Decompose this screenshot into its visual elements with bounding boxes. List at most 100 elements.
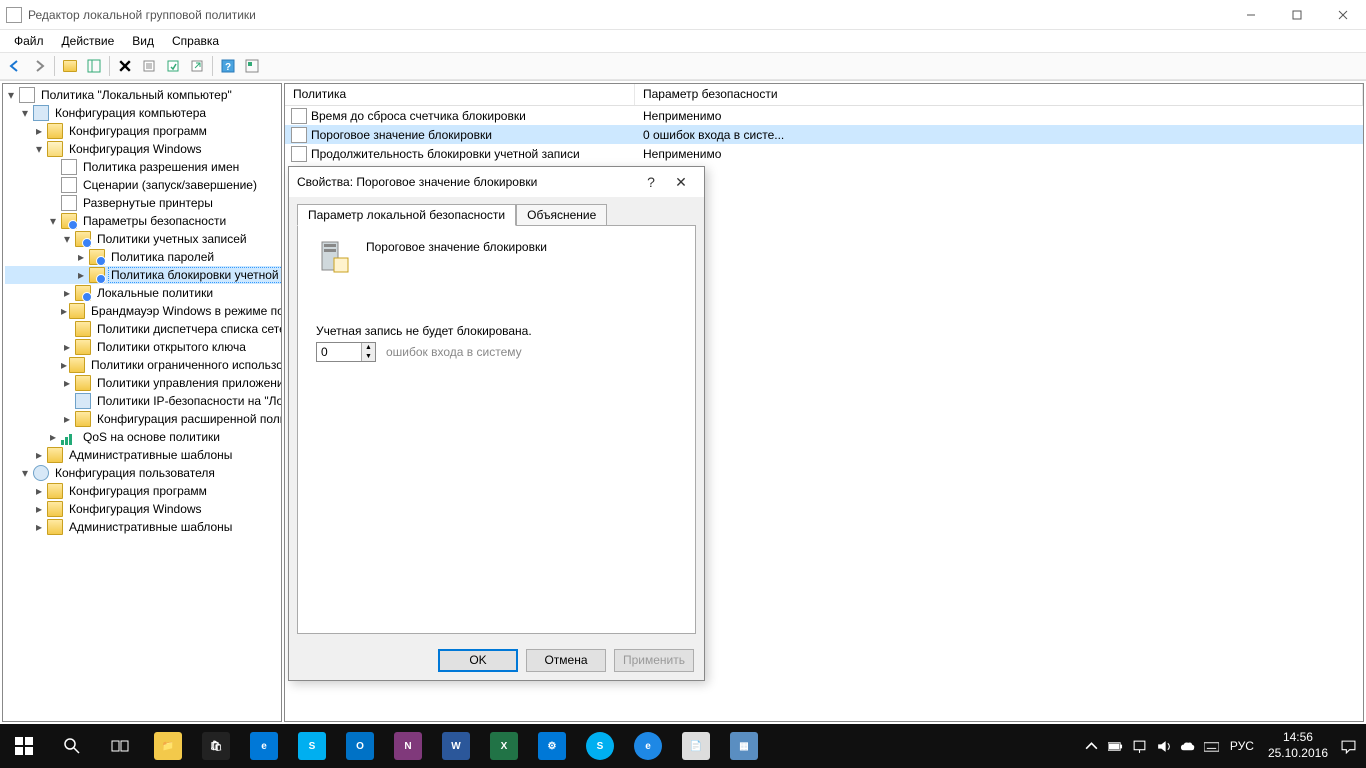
chevron-right-icon[interactable]: ▸ — [33, 521, 45, 533]
chevron-right-icon[interactable]: ▸ — [47, 431, 59, 443]
refresh-button[interactable] — [162, 55, 184, 77]
tree-lockout-policy[interactable]: ▸Политика блокировки учетной записи — [5, 266, 282, 284]
tree-user-config[interactable]: ▾Конфигурация пользователя — [5, 464, 282, 482]
options-button[interactable] — [241, 55, 263, 77]
tree-software-restrict[interactable]: ▸Политики ограниченного использования пр… — [5, 356, 282, 374]
apply-button[interactable]: Применить — [614, 649, 694, 672]
up-button[interactable] — [59, 55, 81, 77]
taskbar-app-notepad[interactable]: 📄 — [672, 724, 720, 768]
taskbar-app-ie[interactable]: e — [624, 724, 672, 768]
properties-button[interactable] — [138, 55, 160, 77]
chevron-right-icon[interactable]: ▸ — [33, 449, 45, 461]
tray-clock[interactable]: 14:56 25.10.2016 — [1260, 730, 1336, 761]
tree-qos[interactable]: ▸QoS на основе политики — [5, 428, 282, 446]
help-button[interactable]: ? — [217, 55, 239, 77]
tray-chevron-up-icon[interactable] — [1080, 724, 1104, 768]
chevron-right-icon[interactable]: ▸ — [33, 503, 45, 515]
menu-file[interactable]: Файл — [6, 32, 52, 50]
column-param[interactable]: Параметр безопасности — [635, 84, 1363, 105]
tree-ipsec[interactable]: Политики IP-безопасности на "Локальный к… — [5, 392, 282, 410]
minimize-button[interactable] — [1228, 0, 1274, 30]
tree-printers[interactable]: Развернутые принтеры — [5, 194, 282, 212]
list-row[interactable]: Продолжительность блокировки учетной зап… — [285, 144, 1363, 163]
taskbar-app-gpedit[interactable]: ▦ — [720, 724, 768, 768]
taskbar-app-settings[interactable]: ⚙ — [528, 724, 576, 768]
tree-user-windows[interactable]: ▸Конфигурация Windows — [5, 500, 282, 518]
chevron-right-icon[interactable]: ▸ — [61, 305, 67, 317]
tree-pane[interactable]: ▾Политика "Локальный компьютер" ▾Конфигу… — [2, 83, 282, 722]
tree-account-policies[interactable]: ▾Политики учетных записей — [5, 230, 282, 248]
chevron-right-icon[interactable]: ▸ — [61, 413, 73, 425]
tree-local-policies[interactable]: ▸Локальные политики — [5, 284, 282, 302]
taskbar-app-edge[interactable]: e — [240, 724, 288, 768]
taskbar-app-store[interactable]: 🛍 — [192, 724, 240, 768]
tree-advanced-audit[interactable]: ▸Конфигурация расширенной политики аудит… — [5, 410, 282, 428]
tree-nlm[interactable]: Политики диспетчера списка сетей — [5, 320, 282, 338]
tray-battery-icon[interactable] — [1104, 724, 1128, 768]
chevron-right-icon[interactable]: ▸ — [61, 359, 67, 371]
show-hide-tree-button[interactable] — [83, 55, 105, 77]
tree-public-key[interactable]: ▸Политики открытого ключа — [5, 338, 282, 356]
tree-admin-templates[interactable]: ▸Административные шаблоны — [5, 446, 282, 464]
close-button[interactable] — [1320, 0, 1366, 30]
tree-root[interactable]: ▾Политика "Локальный компьютер" — [5, 86, 282, 104]
chevron-right-icon[interactable]: ▸ — [33, 485, 45, 497]
taskbar-app-skype-business[interactable]: S — [288, 724, 336, 768]
chevron-right-icon[interactable]: ▸ — [75, 251, 87, 263]
tray-volume-icon[interactable] — [1152, 724, 1176, 768]
tree-security-params[interactable]: ▾Параметры безопасности — [5, 212, 282, 230]
threshold-input[interactable] — [317, 343, 361, 361]
taskbar-app-skype[interactable]: S — [576, 724, 624, 768]
chevron-right-icon[interactable]: ▸ — [61, 287, 73, 299]
chevron-right-icon[interactable]: ▸ — [33, 125, 45, 137]
tree-user-programs[interactable]: ▸Конфигурация программ — [5, 482, 282, 500]
tree-app-control[interactable]: ▸Политики управления приложениями — [5, 374, 282, 392]
tree-firewall[interactable]: ▸Брандмауэр Windows в режиме повышенной … — [5, 302, 282, 320]
tree-windows-config[interactable]: ▾Конфигурация Windows — [5, 140, 282, 158]
tree-password-policy[interactable]: ▸Политика паролей — [5, 248, 282, 266]
tree-computer-config[interactable]: ▾Конфигурация компьютера — [5, 104, 282, 122]
forward-button[interactable] — [28, 55, 50, 77]
list-row[interactable]: Время до сброса счетчика блокировки Непр… — [285, 106, 1363, 125]
taskbar-app-word[interactable]: W — [432, 724, 480, 768]
export-button[interactable] — [186, 55, 208, 77]
search-button[interactable] — [48, 724, 96, 768]
chevron-down-icon[interactable]: ▾ — [19, 107, 31, 119]
spinner-down-button[interactable]: ▼ — [362, 352, 375, 361]
taskbar-app-explorer[interactable]: 📁 — [144, 724, 192, 768]
threshold-spinner[interactable]: ▲ ▼ — [316, 342, 376, 362]
tray-network-icon[interactable] — [1128, 724, 1152, 768]
tray-language[interactable]: РУС — [1224, 739, 1260, 753]
chevron-down-icon[interactable]: ▾ — [61, 233, 73, 245]
menu-view[interactable]: Вид — [124, 32, 162, 50]
tray-onedrive-icon[interactable] — [1176, 724, 1200, 768]
menu-help[interactable]: Справка — [164, 32, 227, 50]
list-row[interactable]: Пороговое значение блокировки 0 ошибок в… — [285, 125, 1363, 144]
spinner-up-button[interactable]: ▲ — [362, 343, 375, 352]
chevron-right-icon[interactable]: ▸ — [61, 341, 73, 353]
tree-scripts[interactable]: Сценарии (запуск/завершение) — [5, 176, 282, 194]
taskbar-app-outlook[interactable]: O — [336, 724, 384, 768]
tree-name-resolution[interactable]: Политика разрешения имен — [5, 158, 282, 176]
menu-action[interactable]: Действие — [54, 32, 123, 50]
tree-user-admin-templates[interactable]: ▸Административные шаблоны — [5, 518, 282, 536]
chevron-right-icon[interactable]: ▸ — [75, 269, 87, 281]
column-policy[interactable]: Политика — [285, 84, 635, 105]
chevron-down-icon[interactable]: ▾ — [47, 215, 59, 227]
ok-button[interactable]: OK — [438, 649, 518, 672]
task-view-button[interactable] — [96, 724, 144, 768]
tree-program-config[interactable]: ▸Конфигурация программ — [5, 122, 282, 140]
taskbar-app-excel[interactable]: X — [480, 724, 528, 768]
back-button[interactable] — [4, 55, 26, 77]
tab-local-security[interactable]: Параметр локальной безопасности — [297, 204, 516, 226]
tray-action-center-icon[interactable] — [1336, 724, 1360, 768]
dialog-close-button[interactable]: ✕ — [666, 167, 696, 197]
chevron-down-icon[interactable]: ▾ — [33, 143, 45, 155]
chevron-right-icon[interactable]: ▸ — [61, 377, 73, 389]
tray-keyboard-icon[interactable] — [1200, 724, 1224, 768]
taskbar-app-onenote[interactable]: N — [384, 724, 432, 768]
dialog-help-button[interactable]: ? — [636, 167, 666, 197]
chevron-down-icon[interactable]: ▾ — [19, 467, 31, 479]
cancel-button[interactable]: Отмена — [526, 649, 606, 672]
start-button[interactable] — [0, 724, 48, 768]
